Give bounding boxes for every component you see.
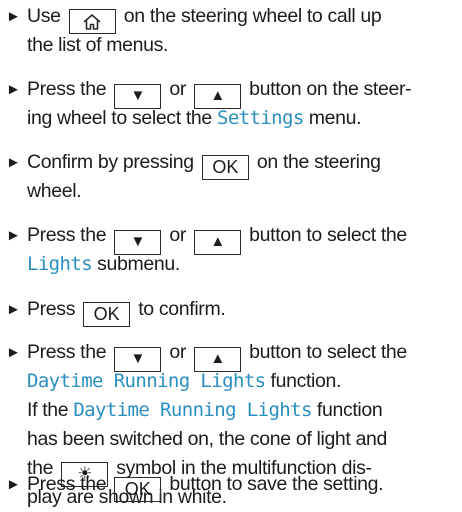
- instruction-step: ► Press the ▼ or ▲ button on the steer-in…: [6, 75, 458, 133]
- bullet-icon: ►: [6, 344, 21, 361]
- menu-name-display-text: Lights: [27, 253, 93, 275]
- menu-name-display-text: Settings: [216, 107, 304, 129]
- text-run: on the steering wheel to call up: [118, 5, 382, 27]
- text-run: Press the: [27, 341, 112, 363]
- bullet-icon: ►: [6, 227, 21, 244]
- menu-name-display-text: Daytime Running Lights: [73, 399, 312, 421]
- instruction-step: ► Press OK to confirm.: [6, 295, 458, 327]
- step-text: Use on the steering wheel to call up the …: [6, 2, 458, 60]
- text-run: submenu.: [92, 253, 180, 275]
- text-run: function: [311, 399, 383, 421]
- text-run: button to select the: [244, 341, 407, 363]
- ok-key: OK: [201, 155, 249, 180]
- bullet-icon: ►: [6, 154, 21, 171]
- bullet-icon: ►: [6, 81, 21, 98]
- step-text: Press OK to confirm.: [6, 295, 458, 327]
- bullet-icon: ►: [6, 8, 21, 25]
- step-text: Press the ▼ or ▲ button on the steer-ing…: [6, 75, 458, 133]
- text-run: button to select the: [244, 224, 407, 246]
- text-line: wheel.: [27, 177, 458, 206]
- text-line: Press the OK button to save the setting.: [27, 470, 458, 502]
- text-run: Press: [27, 298, 81, 320]
- step-text: Press the OK button to save the setting.: [6, 470, 458, 502]
- text-run: Press the: [27, 78, 112, 100]
- text-run: menu.: [303, 107, 362, 129]
- text-run: or: [164, 78, 192, 100]
- text-run: or: [164, 224, 192, 246]
- text-line: Press the ▼ or ▲ button on the steer-: [27, 75, 458, 109]
- ok-key: OK: [114, 477, 162, 502]
- step-text: Confirm by pressing OK on the steering wh…: [6, 148, 458, 206]
- text-run: the list of menus.: [27, 34, 169, 56]
- text-line: ing wheel to select the Settings menu.: [27, 104, 458, 133]
- bullet-icon: ►: [6, 476, 21, 493]
- text-line: the list of menus.: [27, 31, 458, 60]
- text-run: Use: [27, 5, 66, 27]
- text-line: has been switched on, the cone of light …: [27, 425, 458, 454]
- ok-key: OK: [83, 302, 131, 327]
- text-line: Lights submenu.: [27, 250, 458, 279]
- text-run: If the: [27, 399, 74, 421]
- text-run: Press the: [27, 224, 112, 246]
- text-run: to confirm.: [133, 298, 226, 320]
- text-line: Daytime Running Lights function.: [27, 367, 458, 396]
- text-line: Use on the steering wheel to call up: [27, 2, 458, 34]
- text-run: on the steering: [251, 151, 381, 173]
- text-run: function.: [265, 370, 342, 392]
- up-arrow-icon: ▲: [194, 230, 242, 255]
- instruction-step: ► Press the ▼ or ▲ button to select the Li…: [6, 221, 458, 279]
- instruction-step: ► Use on the steering wheel to call up the…: [6, 2, 458, 60]
- menu-name-display-text: Daytime Running Lights: [27, 370, 266, 392]
- text-run: has been switched on, the cone of light …: [27, 428, 388, 450]
- text-line: Press OK to confirm.: [27, 295, 458, 327]
- bullet-icon: ►: [6, 301, 21, 318]
- text-line: Press the ▼ or ▲ button to select the: [27, 338, 458, 372]
- instruction-step: ► Press the OK button to save the setting…: [6, 470, 458, 502]
- text-line: Press the ▼ or ▲ button to select the: [27, 221, 458, 255]
- text-run: Press the: [27, 473, 112, 495]
- text-line: Confirm by pressing OK on the steering: [27, 148, 458, 180]
- instruction-step: ► Confirm by pressing OK on the steering w…: [6, 148, 458, 206]
- text-run: button to save the setting.: [164, 473, 384, 495]
- step-text: Press the ▼ or ▲ button to select the Lig…: [6, 221, 458, 279]
- text-run: or: [164, 341, 192, 363]
- instruction-page: ► Use on the steering wheel to call up the…: [0, 0, 462, 508]
- text-run: ing wheel to select the: [27, 107, 217, 129]
- text-run: button on the steer-: [244, 78, 412, 100]
- text-line: If the Daytime Running Lights function: [27, 396, 458, 425]
- text-run: wheel.: [27, 180, 82, 202]
- text-run: Confirm by pressing: [27, 151, 199, 173]
